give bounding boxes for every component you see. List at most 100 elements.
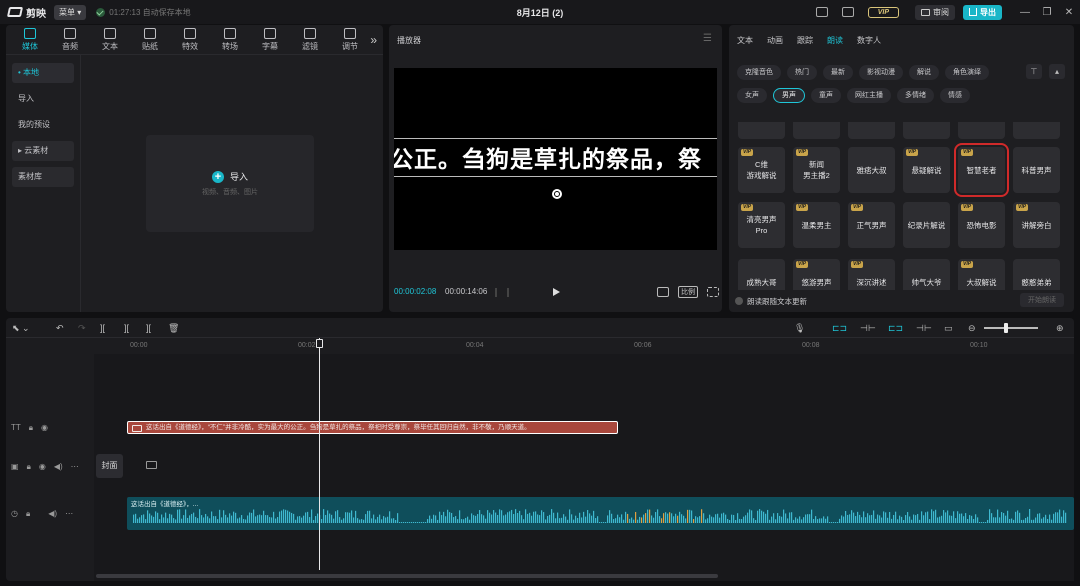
voice-card[interactable]: 成熟大哥 [738,259,785,290]
caption-toggle-icon[interactable]: ▭ [944,323,953,334]
voice-card[interactable] [793,122,840,139]
close-button[interactable]: ✕ [1058,7,1080,18]
fit-screen-icon[interactable] [657,287,669,297]
voice-card[interactable]: VIP 悠游男声 [793,259,840,290]
more-icon[interactable]: ⋯ [65,509,73,518]
export-button[interactable]: 导出 [963,4,1002,20]
voice-card[interactable]: VIP 讲解旁白 [1013,202,1060,248]
cover-button[interactable]: 封面 [96,454,123,478]
import-dropzone[interactable]: + 导入 视频、音频、图片 [146,135,314,232]
split-icon[interactable]: ][ [100,323,105,333]
lock-icon[interactable]: 🔒︎ [27,462,31,472]
filter-chip[interactable]: 男声 [773,88,805,103]
follow-text-toggle[interactable] [735,297,743,305]
filter-chip[interactable]: 多情绪 [897,88,934,103]
voice-card[interactable]: VIP C维 游戏解说 [738,147,785,193]
voice-card[interactable]: 雅痞大叔 [848,147,895,193]
tool-tab-filter[interactable]: 滤镜 [290,25,330,54]
filter-icon[interactable]: ⊤ [1026,64,1042,79]
link-icon[interactable]: ⊣⊢ [860,323,876,334]
right-tab[interactable]: 朗读 [827,35,843,46]
filter-chip[interactable]: 影视动漫 [859,65,903,80]
layout-icon[interactable] [815,7,828,17]
right-tab[interactable]: 跟踪 [797,35,813,46]
sidebar-item[interactable]: 我的预设 [12,115,74,135]
voice-card[interactable]: VIP 恐怖电影 [958,202,1005,248]
tool-tab-media[interactable]: 媒体 [10,25,50,54]
voice-card[interactable]: VIP 深沉讲述 [848,259,895,290]
voice-card[interactable]: VIP 正气男声 [848,202,895,248]
text-clip[interactable]: 这话出自《道德经》，“不仁”并非冷酷，实为最大的公正。刍狗是草扎的祭品，祭祀时受… [127,421,618,434]
tool-tab-audio[interactable]: 音频 [50,25,90,54]
filter-chip[interactable]: 情感 [940,88,970,103]
tool-tab-transition[interactable]: 转场 [210,25,250,54]
speaker-icon[interactable]: ◀) [54,462,63,471]
magnet-icon[interactable]: ⊏⊐ [832,323,847,334]
sidebar-item[interactable]: 素材库 [12,167,74,187]
delete-icon[interactable]: 🗑 [168,323,179,334]
voice-card[interactable] [958,122,1005,139]
split-left-icon[interactable]: ][ [124,323,129,333]
lock-icon[interactable]: 🔒︎ [29,423,33,433]
split-right-icon[interactable]: ][ [146,323,151,333]
tool-tab-sticker[interactable]: 贴纸 [130,25,170,54]
time-ruler[interactable]: 00:00 00:02 00:04 00:06 00:08 00:10 [128,338,1074,354]
horizontal-scrollbar[interactable] [96,574,718,578]
player-menu-icon[interactable]: ☰ [703,33,712,44]
video-preview[interactable]: 公正。刍狗是草扎的祭品，祭 [394,68,717,250]
maximize-button[interactable]: ❐ [1036,7,1058,18]
eye-icon[interactable]: ◉ [39,462,46,471]
lock-icon[interactable]: 🔒︎ [26,509,30,519]
voice-card[interactable]: VIP 悬疑解说 [903,147,950,193]
voice-card[interactable]: VIP 新闻 男主播2 [793,147,840,193]
voice-card[interactable]: 憨憨弟弟 [1013,259,1060,290]
undo-icon[interactable]: ↶ [56,323,64,334]
minimize-button[interactable]: — [1014,7,1036,18]
microphone-icon[interactable]: 🎙 [794,323,805,334]
sidebar-item[interactable]: 导入 [12,89,74,109]
tracks-area[interactable] [94,354,1074,581]
zoom-out-icon[interactable]: ⊖ [968,323,976,334]
zoom-in-icon[interactable]: ⊕ [1056,323,1064,334]
grid-icon[interactable] [495,288,509,297]
filter-chip[interactable]: 网红主播 [847,88,891,103]
right-tab[interactable]: 动画 [767,35,783,46]
zoom-slider-handle[interactable] [1004,323,1008,333]
voice-card[interactable]: 帅气大爷 [903,259,950,290]
voice-card[interactable]: VIP 温柔男主 [793,202,840,248]
fullscreen-icon[interactable] [707,287,719,297]
more-icon[interactable]: ⋯ [71,462,79,471]
filter-chip[interactable]: 最新 [823,65,853,80]
review-button[interactable]: 审阅 [915,4,955,20]
subtitle-text[interactable]: 公正。刍狗是草扎的祭品，祭 [394,140,702,174]
playhead[interactable] [319,338,320,570]
tool-tab-text[interactable]: 文本 [90,25,130,54]
voice-card[interactable]: VIP 清亮男声 Pro [738,202,785,248]
playhead-handle[interactable] [316,339,323,348]
vip-button[interactable]: VIP [867,6,899,18]
start-reading-button[interactable]: 开始朗读 [1020,293,1064,307]
right-tab[interactable]: 数字人 [857,35,881,46]
tool-tab-effects[interactable]: 特效 [170,25,210,54]
audio-clip[interactable]: 这话出自《道德经》，... [127,497,1074,530]
right-tab[interactable]: 文本 [737,35,753,46]
voice-card[interactable]: VIP 大叔解说 [958,259,1005,290]
filter-chip[interactable]: 解说 [909,65,939,80]
speaker-icon[interactable]: ◀) [48,509,57,518]
filter-chip[interactable]: 女声 [737,88,767,103]
align-icon[interactable]: ⊣⊢ [916,323,932,334]
voice-card[interactable] [1013,122,1060,139]
filter-chip[interactable]: 克隆音色 [737,65,781,80]
redo-icon[interactable]: ↷ [78,323,86,334]
voice-card[interactable]: 科普男声 [1013,147,1060,193]
voice-card[interactable] [738,122,785,139]
filter-chip[interactable]: 角色演绎 [945,65,989,80]
filter-chip[interactable]: 热门 [787,65,817,80]
sidebar-item[interactable]: ▸ 云素材 [12,141,74,161]
select-tool-icon[interactable]: ⬉ ⌄ [12,323,30,334]
menu-button[interactable]: 菜单 ▾ [54,4,87,20]
voice-card[interactable]: 纪录片解说 [903,202,950,248]
play-button[interactable] [553,288,560,296]
tool-tab-caption[interactable]: 字幕 [250,25,290,54]
sidebar-item[interactable]: • 本地 [12,63,74,83]
